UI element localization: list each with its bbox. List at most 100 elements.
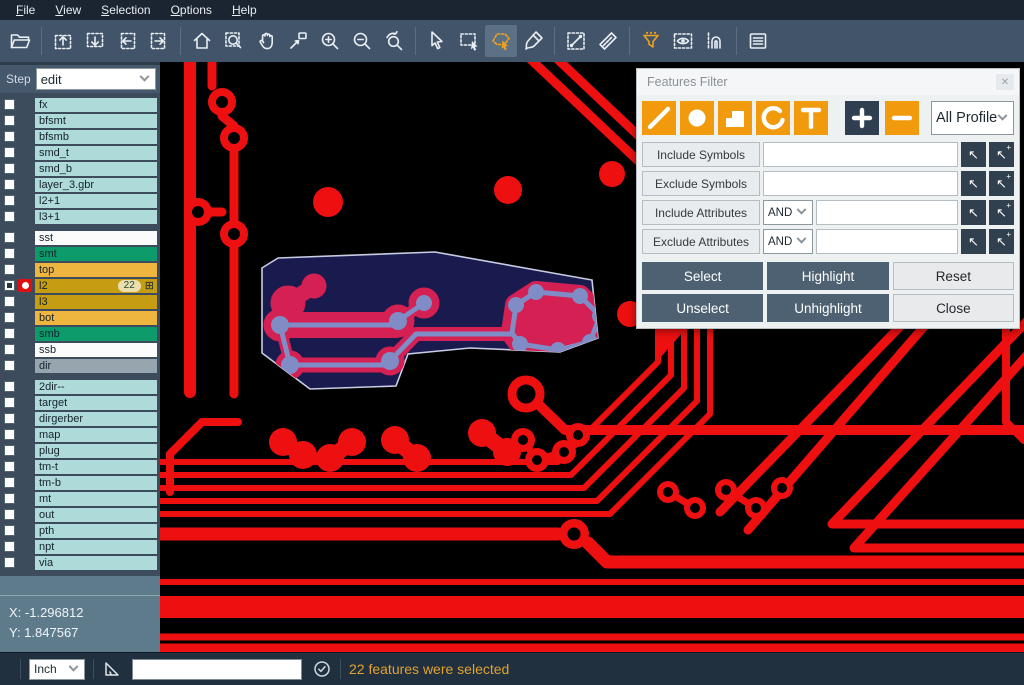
layer-row-layer_3.gbr[interactable]: layer_3.gbr [0, 177, 160, 192]
menu-item-selection[interactable]: Selection [91, 3, 160, 17]
layer-checkbox[interactable] [4, 429, 15, 440]
layer-checkbox[interactable] [4, 131, 15, 142]
layer-indicator-slot[interactable] [18, 231, 32, 244]
unhighlight-button[interactable]: Unhighlight [767, 294, 888, 322]
pick-from-canvas-button[interactable]: ↖ [961, 171, 986, 196]
positive-polarity-button[interactable] [845, 101, 879, 135]
rectangle-select-button[interactable] [453, 25, 485, 57]
layer-row-tm-t[interactable]: tm-t [0, 459, 160, 474]
polygon-select-button[interactable] [485, 25, 517, 57]
layer-checkbox[interactable] [4, 232, 15, 243]
layer-checkbox[interactable] [4, 312, 15, 323]
unselect-button[interactable]: Unselect [642, 294, 763, 322]
layer-indicator-slot[interactable] [18, 492, 32, 505]
dynamic-pan-button[interactable] [282, 25, 314, 57]
pick-from-canvas-button[interactable]: ↖ [961, 229, 986, 254]
layer-checkbox[interactable] [4, 179, 15, 190]
layer-name[interactable]: map [35, 428, 157, 442]
and-or-select[interactable]: AND [763, 229, 813, 254]
layer-indicator-slot[interactable] [18, 162, 32, 175]
layer-name[interactable]: bot [35, 311, 157, 325]
layer-checkbox[interactable] [4, 525, 15, 536]
layer-name[interactable]: pth [35, 524, 157, 538]
layer-row-mt[interactable]: mt [0, 491, 160, 506]
layer-checkbox[interactable] [4, 264, 15, 275]
layer-row-bfsmb[interactable]: bfsmb [0, 129, 160, 144]
layer-name[interactable]: smd_b [35, 162, 157, 176]
layer-checkbox[interactable] [4, 195, 15, 206]
layer-indicator-slot[interactable] [18, 540, 32, 553]
scroll-down-button[interactable] [79, 25, 111, 57]
layer-name[interactable]: dirgerber [35, 412, 157, 426]
layer-name[interactable]: smb [35, 327, 157, 341]
scroll-up-button[interactable] [47, 25, 79, 57]
active-layer-indicator[interactable] [18, 279, 32, 292]
layer-name[interactable]: tm-b [35, 476, 157, 490]
layer-checkbox[interactable] [4, 115, 15, 126]
layer-indicator-slot[interactable] [18, 380, 32, 393]
layer-indicator-slot[interactable] [18, 476, 32, 489]
pad-feature-button[interactable] [680, 101, 714, 135]
layer-row-dir[interactable]: dir [0, 358, 160, 373]
scroll-right-button[interactable] [143, 25, 175, 57]
layer-row-smd_t[interactable]: smd_t [0, 145, 160, 160]
layer-checkbox[interactable] [4, 381, 15, 392]
layer-row-pth[interactable]: pth [0, 523, 160, 538]
layer-indicator-slot[interactable] [18, 556, 32, 569]
layer-row-l3+1[interactable]: l3+1 [0, 209, 160, 224]
layer-name[interactable]: l222⊞ [35, 279, 157, 293]
units-select[interactable]: Inch [29, 659, 85, 680]
select-button[interactable]: Select [642, 262, 763, 290]
layer-checkbox[interactable] [4, 477, 15, 488]
zoom-in-button[interactable] [314, 25, 346, 57]
layer-indicator-slot[interactable] [18, 460, 32, 473]
layer-checkbox[interactable] [4, 328, 15, 339]
layer-indicator-slot[interactable] [18, 295, 32, 308]
layer-name[interactable]: target [35, 396, 157, 410]
layer-name[interactable]: dir [35, 359, 157, 373]
layer-row-out[interactable]: out [0, 507, 160, 522]
sync-icon[interactable] [312, 659, 332, 679]
command-input[interactable] [132, 659, 302, 680]
layer-indicator-slot[interactable] [18, 194, 32, 207]
layer-row-dirgerber[interactable]: dirgerber [0, 411, 160, 426]
layer-checkbox[interactable] [4, 163, 15, 174]
layer-row-sst[interactable]: sst [0, 230, 160, 245]
scroll-left-button[interactable] [111, 25, 143, 57]
layer-row-l2[interactable]: l222⊞ [0, 278, 160, 293]
layer-indicator-slot[interactable] [18, 524, 32, 537]
layer-indicator-slot[interactable] [18, 263, 32, 276]
layer-row-via[interactable]: via [0, 555, 160, 570]
layer-indicator-slot[interactable] [18, 412, 32, 425]
layer-name[interactable]: ssb [35, 343, 157, 357]
negative-polarity-button[interactable] [885, 101, 919, 135]
layer-row-npt[interactable]: npt [0, 539, 160, 554]
layer-name[interactable]: sst [35, 231, 157, 245]
snap-button[interactable] [699, 25, 731, 57]
layer-row-l2+1[interactable]: l2+1 [0, 193, 160, 208]
view-options-button[interactable] [667, 25, 699, 57]
layer-indicator-slot[interactable] [18, 428, 32, 441]
menu-item-view[interactable]: View [45, 3, 91, 17]
layer-row-tm-b[interactable]: tm-b [0, 475, 160, 490]
text-feature-button[interactable] [794, 101, 828, 135]
layer-indicator-slot[interactable] [18, 210, 32, 223]
layer-row-fx[interactable]: fx [0, 97, 160, 112]
close-icon[interactable]: ✕ [996, 74, 1014, 90]
include-symbols-button[interactable]: Include Symbols [642, 142, 760, 167]
layer-indicator-slot[interactable] [18, 327, 32, 340]
paint-select-button[interactable] [517, 25, 549, 57]
layer-indicator-slot[interactable] [18, 247, 32, 260]
layer-name[interactable]: mt [35, 492, 157, 506]
layer-name[interactable]: l2+1 [35, 194, 157, 208]
layer-row-top[interactable]: top [0, 262, 160, 277]
menu-item-help[interactable]: Help [222, 3, 267, 17]
zoom-out-button[interactable] [346, 25, 378, 57]
layer-row-smt[interactable]: smt [0, 246, 160, 261]
layer-name[interactable]: out [35, 508, 157, 522]
layer-indicator-slot[interactable] [18, 146, 32, 159]
layer-checkbox[interactable] [4, 413, 15, 424]
layer-indicator-slot[interactable] [18, 343, 32, 356]
layer-row-bfsmt[interactable]: bfsmt [0, 113, 160, 128]
grid-icon[interactable]: ⊞ [145, 279, 154, 293]
